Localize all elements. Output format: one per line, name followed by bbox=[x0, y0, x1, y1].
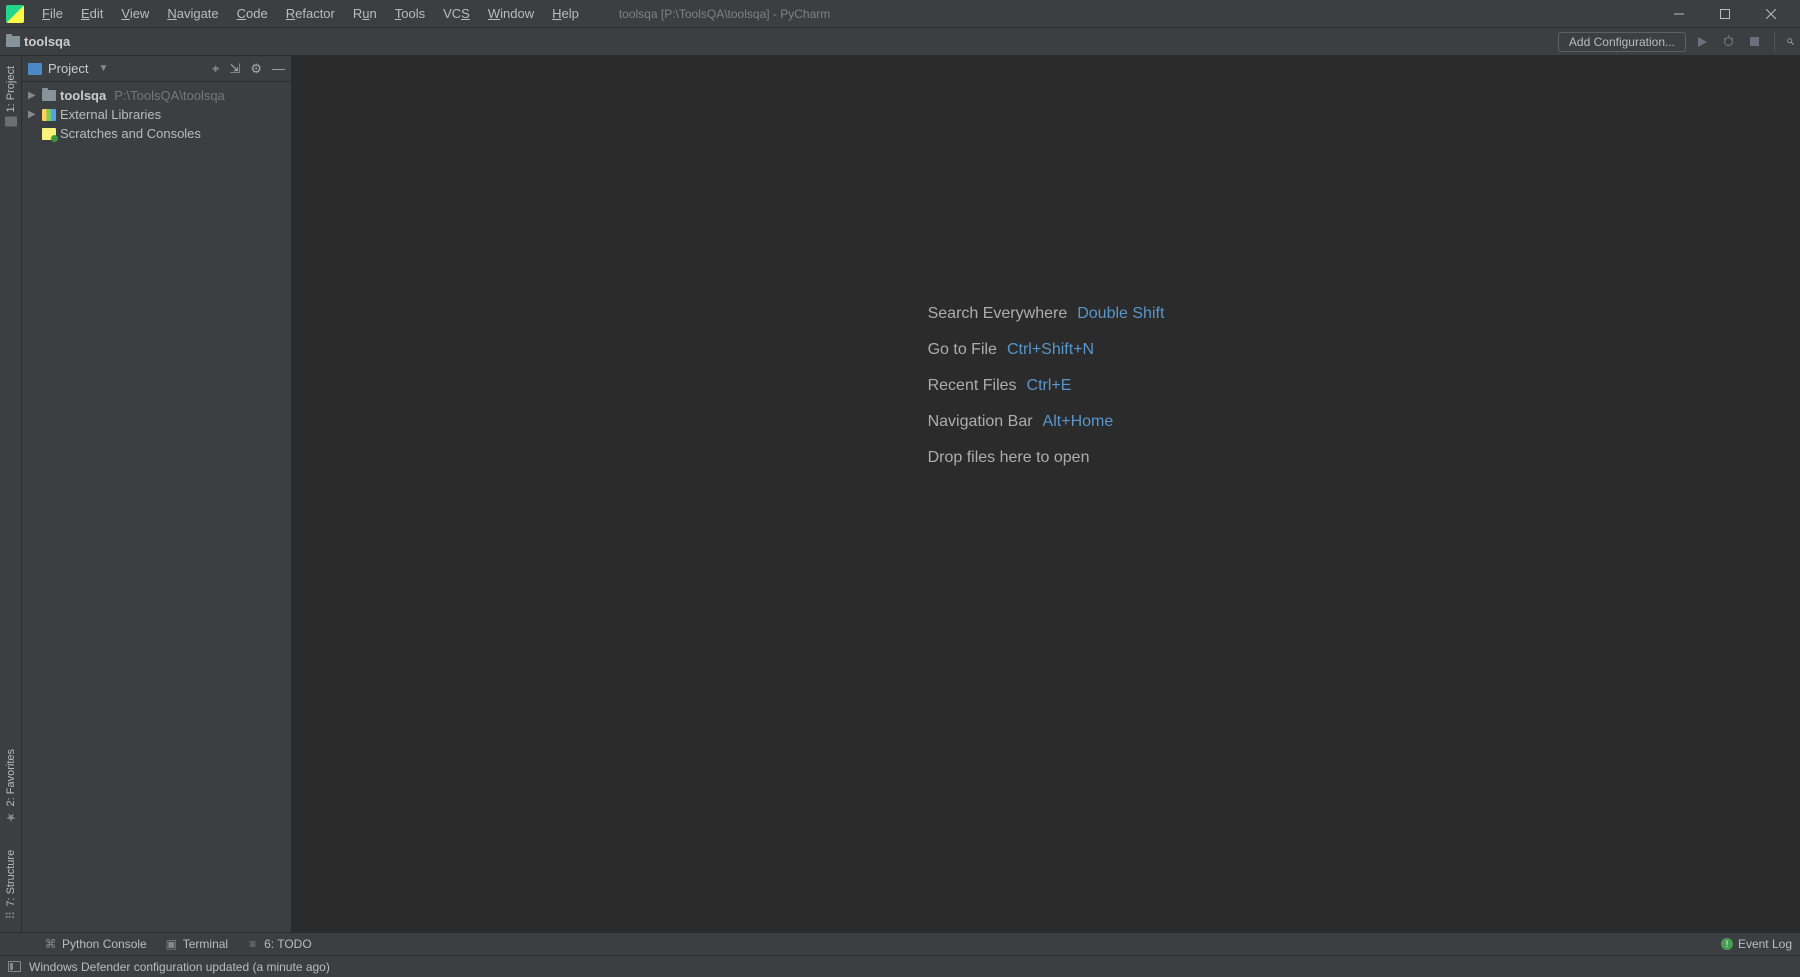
tool-todo-label: 6: TODO bbox=[264, 937, 312, 951]
todo-icon: ≡ bbox=[246, 938, 259, 951]
tree-row-scratches[interactable]: ▶ Scratches and Consoles bbox=[22, 124, 291, 143]
structure-icon: ⠿ bbox=[4, 911, 18, 920]
tool-python-console[interactable]: ⌘ Python Console bbox=[44, 937, 147, 951]
gutter-tab-project[interactable]: 1: Project bbox=[3, 60, 19, 132]
folder-icon bbox=[6, 36, 20, 47]
menu-code[interactable]: Code bbox=[229, 3, 276, 24]
toolwindow-toggle-icon[interactable] bbox=[8, 961, 21, 972]
hint-shortcut: Ctrl+Shift+N bbox=[1007, 341, 1094, 359]
hint-go-to-file: Go to File Ctrl+Shift+N bbox=[928, 341, 1095, 359]
expand-arrow-icon[interactable]: ▶ bbox=[28, 109, 38, 120]
python-console-icon: ⌘ bbox=[44, 938, 57, 951]
status-bar: Windows Defender configuration updated (… bbox=[0, 955, 1800, 977]
star-icon: ★ bbox=[4, 810, 18, 824]
editor-hints: Search Everywhere Double Shift Go to Fil… bbox=[928, 296, 1165, 476]
search-icon[interactable] bbox=[1774, 32, 1794, 52]
minimize-button[interactable] bbox=[1656, 0, 1702, 28]
menu-bar: File Edit View Navigate Code Refactor Ru… bbox=[0, 0, 1800, 28]
project-tab-icon bbox=[5, 116, 17, 126]
event-badge-icon: ! bbox=[1721, 938, 1733, 950]
left-tool-gutter: 1: Project ★ 2: Favorites ⠿ 7: Structure bbox=[0, 56, 22, 932]
menu-view[interactable]: View bbox=[113, 3, 157, 24]
menu-vcs[interactable]: VCS bbox=[435, 3, 478, 24]
hint-label: Go to File bbox=[928, 341, 997, 359]
hint-shortcut: Alt+Home bbox=[1043, 413, 1114, 431]
hint-label: Drop files here to open bbox=[928, 449, 1090, 467]
folder-icon bbox=[42, 90, 56, 101]
terminal-icon: ▣ bbox=[165, 938, 178, 951]
gear-icon[interactable]: ⚙ bbox=[250, 61, 262, 77]
add-configuration-button[interactable]: Add Configuration... bbox=[1558, 32, 1686, 52]
libraries-icon bbox=[42, 109, 56, 121]
breadcrumb-root: toolsqa bbox=[24, 34, 70, 49]
tool-terminal-label: Terminal bbox=[183, 937, 228, 951]
menu-run[interactable]: Run bbox=[345, 3, 385, 24]
window-controls bbox=[1656, 0, 1794, 28]
hide-panel-icon[interactable]: — bbox=[272, 61, 285, 77]
tool-event-log-label: Event Log bbox=[1738, 937, 1792, 951]
menu-window[interactable]: Window bbox=[480, 3, 542, 24]
project-panel-title[interactable]: Project bbox=[48, 61, 88, 76]
menu-navigate[interactable]: Navigate bbox=[159, 3, 226, 24]
hint-label: Search Everywhere bbox=[928, 305, 1068, 323]
scratches-label: Scratches and Consoles bbox=[60, 126, 201, 141]
editor-empty-state[interactable]: Search Everywhere Double Shift Go to Fil… bbox=[292, 56, 1800, 932]
navigation-bar: toolsqa Add Configuration... bbox=[0, 28, 1800, 56]
close-button[interactable] bbox=[1748, 0, 1794, 28]
gutter-tab-favorites-label: 2: Favorites bbox=[5, 749, 17, 806]
gutter-tab-structure[interactable]: ⠿ 7: Structure bbox=[2, 844, 20, 926]
project-root-name: toolsqa bbox=[60, 88, 106, 103]
project-header-icon bbox=[28, 63, 42, 75]
locate-icon[interactable]: ⌖ bbox=[212, 61, 219, 77]
menu-help[interactable]: Help bbox=[544, 3, 587, 24]
hint-shortcut: Ctrl+E bbox=[1027, 377, 1072, 395]
debug-icon[interactable] bbox=[1718, 32, 1738, 52]
expand-arrow-icon[interactable]: ▶ bbox=[28, 90, 38, 101]
maximize-button[interactable] bbox=[1702, 0, 1748, 28]
project-tree: ▶ toolsqa P:\ToolsQA\toolsqa ▶ External … bbox=[22, 82, 291, 147]
gutter-tab-favorites[interactable]: ★ 2: Favorites bbox=[2, 743, 20, 830]
status-message: Windows Defender configuration updated (… bbox=[29, 960, 330, 974]
scratches-icon bbox=[42, 128, 56, 140]
bottom-tool-strip: ⌘ Python Console ▣ Terminal ≡ 6: TODO ! … bbox=[0, 932, 1800, 955]
stop-icon[interactable] bbox=[1744, 32, 1764, 52]
tree-row-project-root[interactable]: ▶ toolsqa P:\ToolsQA\toolsqa bbox=[22, 86, 291, 105]
tool-python-console-label: Python Console bbox=[62, 937, 147, 951]
hint-shortcut: Double Shift bbox=[1077, 305, 1164, 323]
run-icon[interactable] bbox=[1692, 32, 1712, 52]
hint-drop-files: Drop files here to open bbox=[928, 449, 1090, 467]
project-root-path: P:\ToolsQA\toolsqa bbox=[114, 88, 225, 103]
external-libraries-label: External Libraries bbox=[60, 107, 161, 122]
tool-todo[interactable]: ≡ 6: TODO bbox=[246, 937, 312, 951]
collapse-icon[interactable]: ⇲ bbox=[229, 61, 240, 77]
breadcrumb[interactable]: toolsqa bbox=[6, 34, 70, 49]
gutter-tab-project-label: 1: Project bbox=[5, 66, 17, 112]
main-area: 1: Project ★ 2: Favorites ⠿ 7: Structure… bbox=[0, 56, 1800, 932]
pycharm-app-icon bbox=[6, 5, 24, 23]
hint-navigation-bar: Navigation Bar Alt+Home bbox=[928, 413, 1114, 431]
chevron-down-icon[interactable]: ▼ bbox=[98, 63, 108, 74]
menu-edit[interactable]: Edit bbox=[73, 3, 111, 24]
tool-event-log[interactable]: ! Event Log bbox=[1721, 937, 1792, 951]
tool-terminal[interactable]: ▣ Terminal bbox=[165, 937, 228, 951]
hint-label: Recent Files bbox=[928, 377, 1017, 395]
menu-refactor[interactable]: Refactor bbox=[278, 3, 343, 24]
project-tool-window: Project ▼ ⌖ ⇲ ⚙ — ▶ toolsqa P:\ToolsQA\t… bbox=[22, 56, 292, 932]
gutter-tab-structure-label: 7: Structure bbox=[5, 850, 17, 907]
hint-label: Navigation Bar bbox=[928, 413, 1033, 431]
menu-file[interactable]: File bbox=[34, 3, 71, 24]
tree-row-external-libraries[interactable]: ▶ External Libraries bbox=[22, 105, 291, 124]
hint-search-everywhere: Search Everywhere Double Shift bbox=[928, 305, 1165, 323]
hint-recent-files: Recent Files Ctrl+E bbox=[928, 377, 1072, 395]
menu-tools[interactable]: Tools bbox=[387, 3, 433, 24]
window-title: toolsqa [P:\ToolsQA\toolsqa] - PyCharm bbox=[619, 7, 830, 21]
project-panel-header: Project ▼ ⌖ ⇲ ⚙ — bbox=[22, 56, 291, 82]
